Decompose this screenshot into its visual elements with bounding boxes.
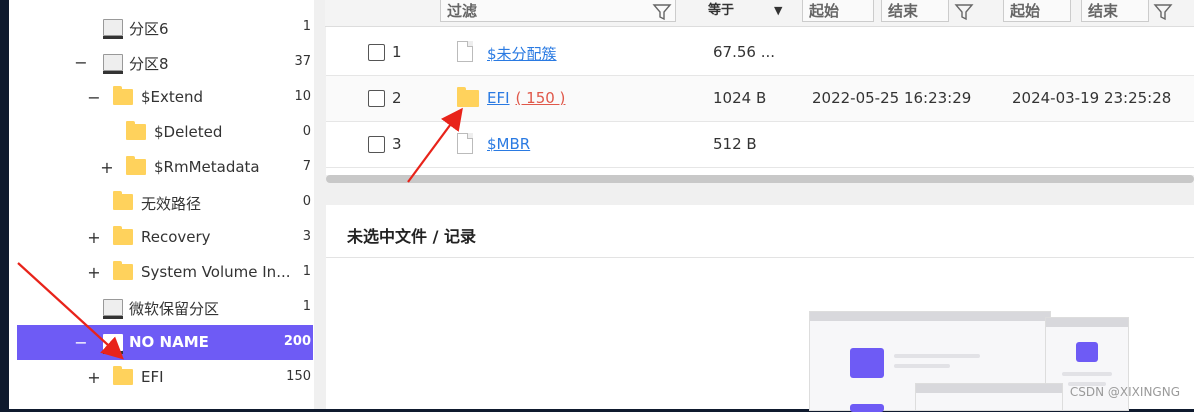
- tree-item-partition8[interactable]: − 分区8 37: [17, 45, 313, 80]
- divider: [326, 257, 1194, 258]
- tree-item-label: System Volume In...: [141, 263, 291, 281]
- file-size: 67.56 ...: [713, 43, 776, 61]
- folder-name-link[interactable]: EFI ( 150 ): [487, 89, 565, 107]
- tree-item-label: $Deleted: [154, 123, 223, 141]
- horizontal-scrollbar[interactable]: [326, 175, 1194, 183]
- disk-icon: [103, 334, 123, 354]
- expand-icon[interactable]: +: [87, 228, 101, 247]
- filter-icon[interactable]: [954, 3, 974, 21]
- created-time: 2022-05-25 16:23:29: [812, 89, 972, 107]
- modified-start-input[interactable]: 起始: [1003, 0, 1071, 22]
- folder-icon: [126, 156, 146, 175]
- expand-icon[interactable]: +: [100, 158, 114, 177]
- row-checkbox[interactable]: [368, 44, 385, 61]
- table-row[interactable]: 1 $未分配簇 67.56 ...: [326, 30, 1194, 76]
- window-illustration: [915, 383, 1063, 411]
- tree-item-recovery[interactable]: + Recovery 3: [17, 220, 313, 255]
- row-checkbox[interactable]: [368, 90, 385, 107]
- tree-item-rmmetadata[interactable]: + $RmMetadata 7: [17, 150, 313, 185]
- file-name-link[interactable]: $未分配簇: [487, 43, 557, 64]
- detail-panel: 未选中文件 / 记录: [326, 205, 1194, 412]
- modified-time: 2024-03-19 23:25:28: [1012, 89, 1172, 107]
- file-icon: [457, 133, 473, 154]
- tree-item-no-name[interactable]: − NO NAME 200: [17, 325, 313, 360]
- row-index: 2: [392, 89, 402, 107]
- tree-item-label: 分区8: [129, 55, 169, 73]
- file-size: 512 B: [713, 135, 757, 153]
- tree-item-count: 0: [302, 124, 311, 139]
- folder-icon: [113, 366, 133, 385]
- tree-item-count: 10: [294, 89, 311, 104]
- tree-item-deleted[interactable]: $Deleted 0: [17, 115, 313, 150]
- tree-item-efi[interactable]: + EFI 150: [17, 360, 313, 395]
- row-checkbox[interactable]: [368, 136, 385, 153]
- panel-gutter: [314, 0, 325, 409]
- detail-title: 未选中文件 / 记录: [347, 227, 476, 246]
- tree-item-label: 分区6: [129, 20, 169, 38]
- file-table: 1 $未分配簇 67.56 ... 2 EFI ( 150 ) 1024 B 20…: [326, 27, 1194, 175]
- collapse-icon[interactable]: −: [87, 88, 101, 107]
- tree-item-extend[interactable]: − $Extend 10: [17, 80, 313, 115]
- tree-item-label: EFI: [141, 368, 164, 386]
- watermark: CSDN @XIXINGNG: [1069, 385, 1180, 399]
- folder-icon: [113, 261, 133, 280]
- tree-item-system-volume[interactable]: + System Volume In... 1: [17, 255, 313, 290]
- tree-item-label: 微软保留分区: [129, 300, 220, 318]
- tree-item-label: Recovery: [141, 228, 211, 246]
- filter-icon[interactable]: [1153, 3, 1173, 21]
- expand-icon[interactable]: +: [87, 368, 101, 387]
- folder-icon: [113, 191, 133, 210]
- tree-item-label: 无效路径: [141, 195, 202, 213]
- modified-end-input[interactable]: 结束: [1081, 0, 1149, 22]
- file-icon: [457, 41, 473, 62]
- name-filter-input[interactable]: 过滤: [440, 0, 676, 22]
- folder-icon: [126, 121, 146, 140]
- folder-name[interactable]: EFI: [487, 89, 510, 107]
- tree-item-label: $RmMetadata: [154, 158, 260, 176]
- window-edge: [0, 0, 9, 409]
- tree-item-count: 1: [302, 264, 311, 279]
- created-end-input[interactable]: 结束: [881, 0, 949, 22]
- folder-icon: [113, 226, 133, 245]
- tree-item-msr-partition[interactable]: 微软保留分区 1: [17, 290, 313, 325]
- file-size: 1024 B: [713, 89, 767, 107]
- tree-item-count: 150: [286, 369, 311, 384]
- sidebar-tree: 分区6 1 − 分区8 37 − $Extend 10 $Deleted 0 +…: [9, 0, 314, 409]
- collapse-icon[interactable]: −: [74, 333, 88, 352]
- disk-icon: [103, 54, 123, 74]
- chevron-down-icon[interactable]: ▼: [774, 0, 782, 22]
- tree-item-count: 7: [302, 159, 311, 174]
- folder-count: ( 150 ): [515, 89, 566, 107]
- tree-item-label: NO NAME: [129, 333, 209, 351]
- tree-item-invalid-path[interactable]: 无效路径 0: [17, 185, 313, 220]
- disk-icon: [103, 299, 123, 319]
- main-panel: 过滤 等于 ▼ 起始 结束 起始 结束 1 $未分配簇 67.56 ... 2: [325, 0, 1194, 412]
- tree-item-label: $Extend: [141, 88, 204, 106]
- filter-icon[interactable]: [652, 3, 672, 21]
- tree-item-count: 1: [302, 19, 311, 34]
- table-row[interactable]: 2 EFI( 150 ) 1024 B 2022-05-25 16:23:29 …: [326, 76, 1194, 122]
- tree-item-partition6[interactable]: 分区6 1: [17, 10, 313, 45]
- folder-icon: [113, 86, 133, 105]
- tree-item-count: 3: [302, 229, 311, 244]
- filter-bar: 过滤 等于 ▼ 起始 结束 起始 结束: [325, 0, 1194, 27]
- tree-item-count: 200: [283, 334, 311, 349]
- size-operator-select[interactable]: 等于: [708, 0, 734, 22]
- folder-icon: [457, 87, 479, 107]
- tree-item-count: 0: [302, 194, 311, 209]
- tree-item-count: 37: [294, 54, 311, 69]
- expand-icon[interactable]: +: [87, 263, 101, 282]
- row-index: 3: [392, 135, 402, 153]
- created-start-input[interactable]: 起始: [802, 0, 874, 22]
- row-index: 1: [392, 43, 402, 61]
- file-name-link[interactable]: $MBR: [487, 135, 530, 153]
- collapse-icon[interactable]: −: [74, 53, 88, 72]
- disk-icon: [103, 19, 123, 39]
- tree-item-count: 1: [302, 299, 311, 314]
- table-row[interactable]: 3 $MBR 512 B: [326, 122, 1194, 168]
